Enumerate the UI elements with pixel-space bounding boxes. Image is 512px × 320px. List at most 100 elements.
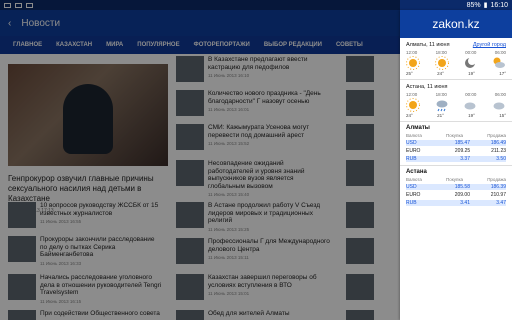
article-title: СМИ: Кажымурата Усенова могут перевести … <box>208 124 310 139</box>
list-item[interactable] <box>346 202 374 228</box>
fx-header: Валюта Покупка Продажа <box>406 177 506 182</box>
article-title: В Казахстане предлагают ввести кастрацию… <box>208 56 308 71</box>
article-text: В Астане продолжил работу V Съезд лидеро… <box>208 202 330 232</box>
forecast-times: 12:00 18:00 00:00 06:00 <box>406 92 506 97</box>
fx-col: Продажа <box>487 177 506 182</box>
rain-icon <box>436 100 448 112</box>
article-thumb <box>8 310 36 320</box>
tab-world[interactable]: МИРА <box>99 42 130 48</box>
article-thumb <box>8 202 36 228</box>
divider <box>400 165 512 166</box>
city-name: Астана, 11 июня <box>406 84 448 90</box>
tab-photoreports[interactable]: ФОТОРЕПОРТАЖИ <box>187 42 257 48</box>
fx-astana: Астана Валюта Покупка Продажа USD 185.58… <box>400 169 512 206</box>
temp: 24° <box>437 71 444 76</box>
article-date: 11 Июнь 2013 15:52 <box>208 141 250 146</box>
cloud-icon <box>464 102 476 110</box>
article-thumb <box>176 124 204 150</box>
fx-row: USD 185.58 186.39 <box>406 184 506 190</box>
weather-astana: Астана, 11 июня 12:00 18:00 00:00 06:00 … <box>400 84 512 118</box>
brand-title: zakon.kz <box>400 10 512 38</box>
tab-popular[interactable]: ПОПУЛЯРНОЕ <box>130 42 186 48</box>
temp: 25° <box>406 71 413 76</box>
sun-cloud-icon <box>493 57 505 68</box>
fx-row: EURO 209.25 211.23 <box>406 148 506 154</box>
tab-editor-choice[interactable]: ВЫБОР РЕДАКЦИИ <box>257 42 329 48</box>
fx-sell: 186.49 <box>490 140 506 146</box>
notification-icon <box>15 2 22 8</box>
article-title: Количество нового праздника - "День благ… <box>208 90 321 105</box>
tab-main[interactable]: ГЛАВНОЕ <box>6 42 49 48</box>
article-title: Казахстан завершил переговоры об условия… <box>208 274 317 289</box>
list-item[interactable]: В Астане продолжил работу V Съезд лидеро… <box>176 202 330 232</box>
list-item[interactable]: В Казахстане предлагают ввести кастрацию… <box>176 56 330 82</box>
article-text: 10 вопросов руководству ЖССБК от 15 изве… <box>40 202 162 228</box>
list-item[interactable]: 10 вопросов руководству ЖССБК от 15 изве… <box>8 202 162 228</box>
article-date: 11 Июнь 2013 16:55 <box>40 219 82 224</box>
article-thumb <box>346 124 374 150</box>
fx-col: Покупка <box>446 133 464 138</box>
featured-image <box>8 64 168 166</box>
fx-buy: 3.37 <box>460 156 470 162</box>
time: 06:00 <box>494 92 506 97</box>
list-item[interactable]: СМИ: Кажымурата Усенова могут перевести … <box>176 124 330 150</box>
list-item[interactable] <box>346 160 374 186</box>
fx-row: RUB 3.41 3.47 <box>406 200 506 206</box>
article-title: Несовпадение ожиданий работодателей и ур… <box>208 160 305 190</box>
article-thumb <box>176 310 204 320</box>
list-item[interactable] <box>346 274 374 300</box>
list-item[interactable] <box>346 238 374 264</box>
sun-icon <box>406 56 420 70</box>
article-thumb <box>8 274 36 300</box>
time: 06:00 <box>494 50 506 55</box>
article-thumb <box>176 238 204 264</box>
news-content: Генпрокурор озвучил главные причины секс… <box>0 54 400 320</box>
list-item[interactable]: Несовпадение ожиданий работодателей и ур… <box>176 160 330 197</box>
list-item[interactable]: При содействии Общественного совета <box>8 310 162 320</box>
temp: 19° <box>468 71 475 76</box>
article-thumb <box>176 56 204 82</box>
sun-icon <box>434 56 449 70</box>
article-thumb <box>8 236 36 262</box>
article-text: Профессионалы Г для Международного делов… <box>208 238 330 264</box>
article-date: 11 Июнь 2013 16:15 <box>40 298 82 304</box>
list-item[interactable] <box>346 124 374 150</box>
fx-buy: 209.25 <box>454 148 471 154</box>
cloud-icon <box>493 102 505 110</box>
tab-tips[interactable]: СОВЕТЫ <box>329 42 370 48</box>
back-icon[interactable]: ‹ <box>8 18 11 29</box>
article-date: 11 Июнь 2013 15:11 <box>208 255 249 260</box>
list-item[interactable] <box>346 90 374 116</box>
article-title: Начались расследование уголовного дела в… <box>40 274 162 296</box>
forecast-times: 12:00 18:00 00:00 06:00 <box>406 50 506 55</box>
article-title: Прокуроры закончили расследование по дел… <box>40 236 155 258</box>
fx-city: Алматы <box>406 125 430 131</box>
article-title: 10 вопросов руководству ЖССБК от 15 изве… <box>40 202 159 217</box>
city-row: Астана, 11 июня <box>406 84 506 90</box>
list-item[interactable] <box>346 310 374 320</box>
article-date: 11 Июнь 2013 15:25 <box>208 226 250 232</box>
fx-row: USD 185.47 186.49 <box>406 140 506 146</box>
list-item[interactable]: Казахстан завершил переговоры об условия… <box>176 274 330 300</box>
article-thumb <box>346 238 374 264</box>
list-item[interactable] <box>346 56 374 82</box>
other-city-link[interactable]: Другой город <box>473 42 506 48</box>
fx-currency: RUB <box>406 200 417 206</box>
article-date: 11 Июнь 2013 15:40 <box>208 192 250 197</box>
tab-kazakhstan[interactable]: КАЗАХСТАН <box>49 42 99 48</box>
notification-icon <box>26 2 33 8</box>
fx-col: Продажа <box>487 133 506 138</box>
list-item[interactable]: Прокуроры закончили расследование по дел… <box>8 236 162 266</box>
list-item[interactable]: Количество нового праздника - "День благ… <box>176 90 330 116</box>
divider <box>400 121 512 122</box>
list-item[interactable]: Начались расследование уголовного дела в… <box>8 274 162 304</box>
fx-buy: 185.47 <box>454 140 470 146</box>
article-text: Прокуроры закончили расследование по дел… <box>40 236 162 266</box>
list-item[interactable]: Обед для жителей Алматы <box>176 310 330 320</box>
time: 18:00 <box>435 92 447 97</box>
forecast-icons <box>406 98 506 112</box>
fx-row: EURO 209.00 210.97 <box>406 192 506 198</box>
notification-icon <box>4 2 11 8</box>
article-text: СМИ: Кажымурата Усенова могут перевести … <box>208 124 330 150</box>
list-item[interactable]: Профессионалы Г для Международного делов… <box>176 238 330 264</box>
